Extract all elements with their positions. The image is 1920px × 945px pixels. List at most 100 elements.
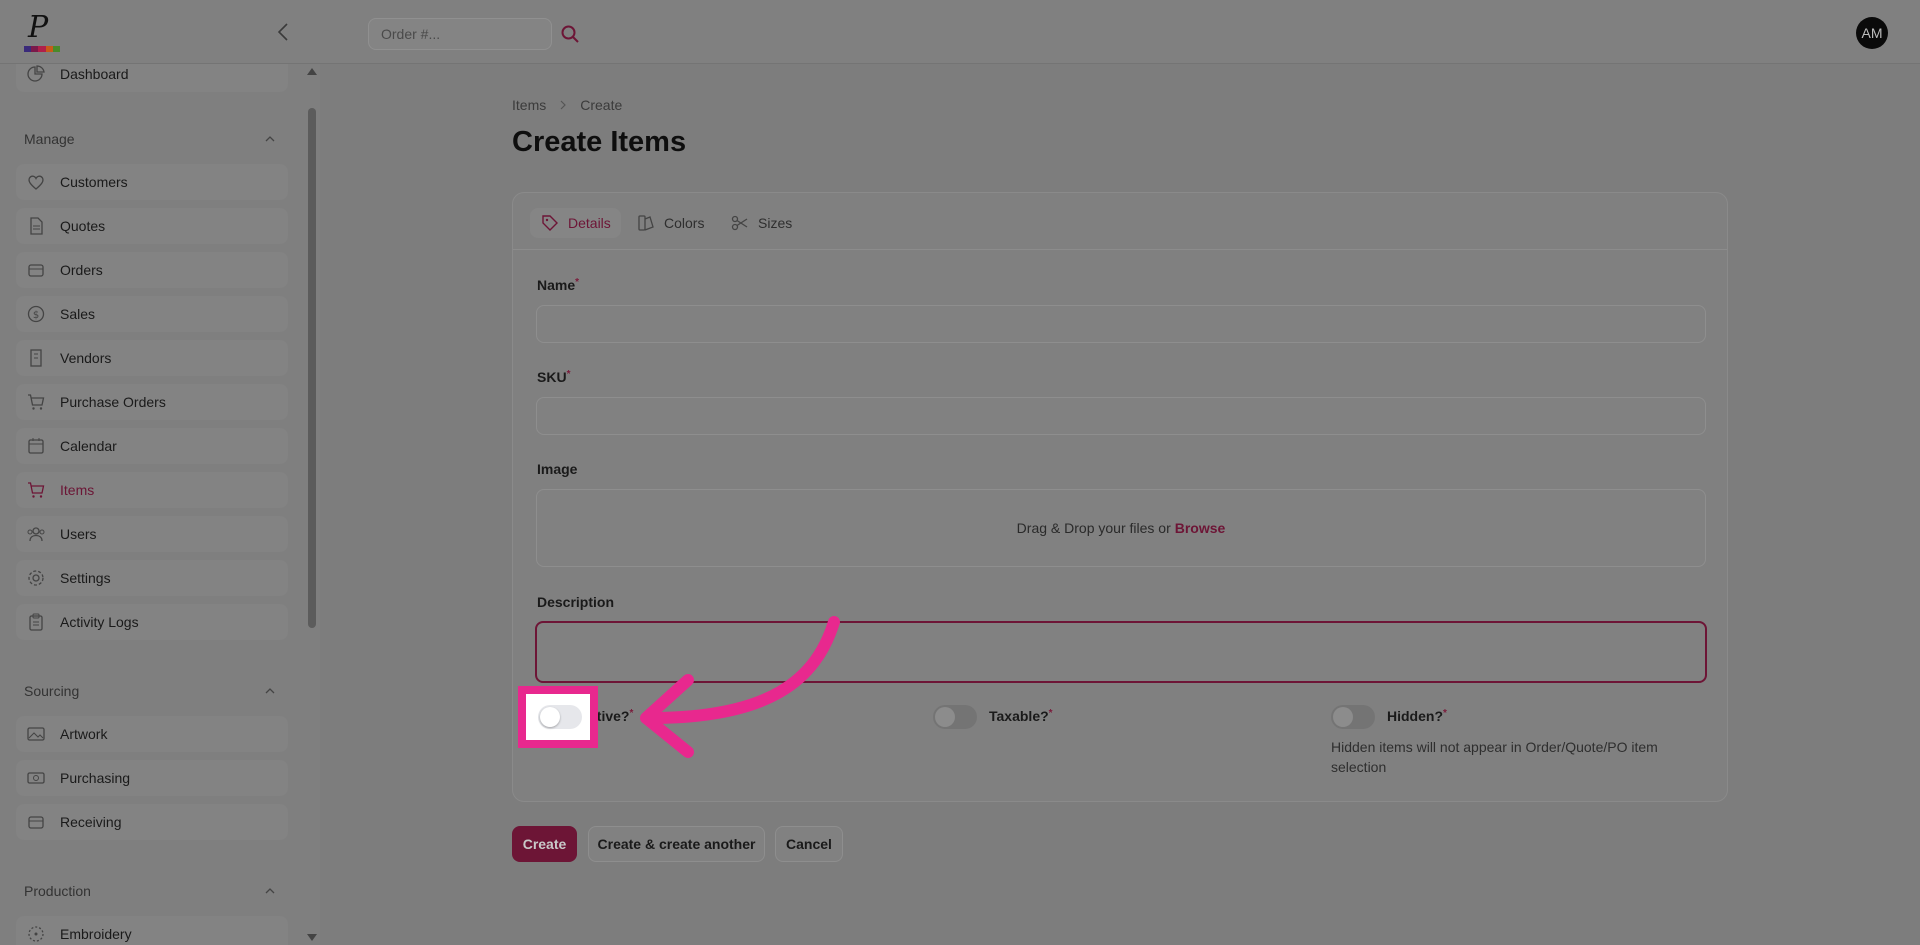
sidebar-scrollbar[interactable] bbox=[304, 64, 320, 945]
create-another-button[interactable]: Create & create another bbox=[588, 826, 765, 862]
image-icon bbox=[27, 727, 45, 741]
taxable-label: Taxable?* bbox=[989, 708, 1053, 724]
clipboard-icon bbox=[29, 613, 43, 631]
sidebar-item-label: Items bbox=[60, 482, 95, 498]
tab-colors[interactable]: Colors bbox=[626, 208, 714, 238]
tag-icon bbox=[542, 215, 558, 231]
sidebar-item-users[interactable]: Users bbox=[16, 516, 288, 552]
sidebar-item-label: Orders bbox=[60, 262, 103, 278]
pie-chart-icon bbox=[27, 65, 45, 82]
embroidery-icon bbox=[28, 926, 44, 942]
scissors-icon bbox=[731, 215, 748, 231]
sidebar: Dashboard Manage Customers Quotes Orders… bbox=[0, 64, 304, 945]
toggle-knob bbox=[540, 707, 560, 727]
breadcrumb-items-link[interactable]: Items bbox=[512, 97, 546, 113]
cancel-button[interactable]: Cancel bbox=[775, 826, 843, 862]
dropzone-text: Drag & Drop your files or bbox=[1016, 520, 1171, 536]
chevron-up-icon[interactable] bbox=[264, 885, 276, 897]
sidebar-item-label: Purchasing bbox=[60, 770, 131, 786]
sidebar-item-items[interactable]: Items bbox=[16, 472, 288, 508]
inbox-stack-icon bbox=[28, 816, 44, 829]
sidebar-item-label: Embroidery bbox=[60, 926, 132, 942]
sidebar-item-purchasing[interactable]: Purchasing bbox=[16, 760, 288, 796]
tab-details[interactable]: Details bbox=[530, 208, 621, 238]
sidebar-item-activity-logs[interactable]: Activity Logs bbox=[16, 604, 288, 640]
scroll-down-icon[interactable] bbox=[307, 934, 317, 941]
scroll-up-icon[interactable] bbox=[307, 68, 317, 75]
dollar-circle-icon: $ bbox=[27, 305, 45, 323]
svg-text:$: $ bbox=[33, 310, 39, 321]
gear-icon bbox=[28, 570, 44, 586]
create-button[interactable]: Create bbox=[512, 826, 577, 862]
group-title-manage: Manage bbox=[24, 131, 75, 147]
heart-icon bbox=[28, 175, 44, 190]
sidebar-item-embroidery[interactable]: Embroidery bbox=[16, 916, 288, 945]
tab-sizes[interactable]: Sizes bbox=[720, 208, 802, 238]
sidebar-item-calendar[interactable]: Calendar bbox=[16, 428, 288, 464]
building-icon bbox=[30, 349, 42, 367]
sidebar-item-label: Dashboard bbox=[60, 66, 129, 82]
tab-label: Sizes bbox=[758, 215, 793, 231]
annotation-arrow-icon bbox=[640, 616, 840, 758]
browse-link[interactable]: Browse bbox=[1175, 520, 1226, 536]
sidebar-item-purchase-orders[interactable]: Purchase Orders bbox=[16, 384, 288, 420]
scrollbar-thumb[interactable] bbox=[308, 108, 316, 628]
sidebar-item-customers[interactable]: Customers bbox=[16, 164, 288, 200]
sidebar-item-settings[interactable]: Settings bbox=[16, 560, 288, 596]
active-toggle-highlight bbox=[518, 686, 598, 748]
sidebar-item-label: Settings bbox=[60, 570, 111, 586]
tab-bar: Details Colors Sizes bbox=[513, 193, 1727, 250]
sidebar-item-quotes[interactable]: Quotes bbox=[16, 208, 288, 244]
user-avatar[interactable]: AM bbox=[1856, 17, 1888, 49]
sidebar-item-label: Customers bbox=[60, 174, 128, 190]
search-icon[interactable] bbox=[560, 24, 580, 44]
name-input[interactable] bbox=[536, 305, 1706, 343]
sku-input[interactable] bbox=[536, 397, 1706, 435]
sidebar-item-label: Activity Logs bbox=[60, 614, 139, 630]
hidden-label: Hidden?* bbox=[1387, 708, 1447, 724]
sidebar-item-label: Artwork bbox=[60, 726, 108, 742]
sidebar-item-label: Purchase Orders bbox=[60, 394, 166, 410]
sidebar-item-receiving[interactable]: Receiving bbox=[16, 804, 288, 840]
sidebar-item-label: Vendors bbox=[60, 350, 112, 366]
toggle-knob bbox=[1333, 707, 1353, 727]
active-toggle[interactable] bbox=[538, 705, 582, 729]
top-bar: P Order #... AM bbox=[0, 0, 1920, 64]
image-dropzone[interactable]: Drag & Drop your files or Browse bbox=[536, 489, 1706, 567]
breadcrumb-current: Create bbox=[580, 97, 623, 113]
sidebar-item-label: Quotes bbox=[60, 218, 106, 234]
taxable-toggle[interactable] bbox=[933, 705, 977, 729]
sidebar-item-label: Sales bbox=[60, 306, 96, 322]
chevron-up-icon[interactable] bbox=[264, 133, 276, 145]
sidebar-item-label: Users bbox=[60, 526, 97, 542]
image-label: Image bbox=[537, 461, 578, 477]
tab-label: Details bbox=[568, 215, 611, 231]
sidebar-item-artwork[interactable]: Artwork bbox=[16, 716, 288, 752]
tab-label: Colors bbox=[664, 215, 705, 231]
page-title: Create Items bbox=[512, 126, 687, 158]
sidebar-item-dashboard[interactable]: Dashboard bbox=[16, 64, 288, 92]
breadcrumb: Items Create bbox=[512, 97, 622, 113]
document-icon bbox=[30, 217, 43, 235]
collapse-sidebar-icon[interactable] bbox=[272, 20, 296, 44]
hidden-toggle[interactable] bbox=[1331, 705, 1375, 729]
users-icon bbox=[27, 527, 45, 542]
app-logo[interactable]: P bbox=[22, 10, 62, 54]
calendar-icon bbox=[28, 438, 44, 454]
sidebar-item-label: Receiving bbox=[60, 814, 122, 830]
description-label: Description bbox=[537, 594, 615, 610]
sidebar-item-sales[interactable]: $ Sales bbox=[16, 296, 288, 332]
sidebar-item-vendors[interactable]: Vendors bbox=[16, 340, 288, 376]
cart-icon bbox=[28, 394, 45, 410]
sidebar-item-orders[interactable]: Orders bbox=[16, 252, 288, 288]
sidebar-item-label: Calendar bbox=[60, 438, 117, 454]
cart-icon bbox=[28, 482, 45, 498]
hidden-hint: Hidden items will not appear in Order/Qu… bbox=[1331, 739, 1658, 775]
group-title-production: Production bbox=[24, 883, 91, 899]
name-label: Name* bbox=[537, 277, 580, 293]
sku-label: SKU* bbox=[537, 369, 571, 385]
order-search-input[interactable]: Order #... bbox=[368, 18, 552, 50]
banknote-icon bbox=[27, 772, 45, 784]
inbox-stack-icon bbox=[28, 264, 44, 277]
chevron-up-icon[interactable] bbox=[264, 685, 276, 697]
